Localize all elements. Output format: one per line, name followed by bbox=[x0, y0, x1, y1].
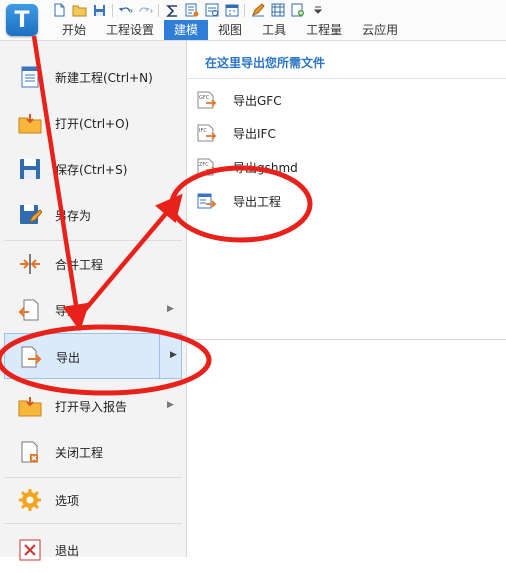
submenu-item-label: 导出GFC bbox=[233, 94, 282, 108]
toolbar-separator bbox=[244, 3, 245, 17]
panel-divider bbox=[187, 78, 506, 79]
submenu-arrow-icon: ▶ bbox=[167, 400, 174, 410]
merge-icon bbox=[18, 253, 42, 275]
submenu-item-label: 导出gshmd bbox=[233, 161, 298, 175]
menu-item-exit[interactable]: 退出 bbox=[4, 527, 182, 573]
menu-item-import[interactable]: 导入 ▶ bbox=[4, 287, 182, 333]
submenu-arrow-icon: ▶ bbox=[167, 304, 174, 314]
tab-view[interactable]: 视图 bbox=[208, 20, 252, 40]
tab-tools[interactable]: 工具 bbox=[252, 20, 296, 40]
edit-icon[interactable] bbox=[250, 3, 265, 18]
menu-item-label: 保存(Ctrl+S) bbox=[55, 163, 128, 177]
file-menu: 新建工程(Ctrl+N) 打开(Ctrl+O) 保存(Ctrl+S) 另存为 合… bbox=[0, 41, 187, 561]
menu-item-label: 打开导入报告 bbox=[55, 400, 128, 414]
submenu-arrow-icon[interactable]: ▶ bbox=[170, 350, 177, 360]
tab-start[interactable]: 开始 bbox=[52, 20, 96, 40]
menu-item-export[interactable]: 导出 ▶ bbox=[4, 333, 182, 379]
menu-item-save[interactable]: 保存(Ctrl+S) bbox=[4, 146, 182, 192]
submenu-split-divider bbox=[159, 334, 160, 378]
close-project-icon bbox=[18, 441, 42, 463]
menu-item-label: 打开(Ctrl+O) bbox=[55, 117, 130, 131]
panel-title: 在这里导出您所需文件 bbox=[205, 56, 326, 70]
ribbon-tabs: 开始 工程设置 建模 视图 工具 工程量 云应用 bbox=[52, 20, 408, 40]
menu-item-label: 导出 bbox=[56, 351, 81, 365]
menu-item-label: 退出 bbox=[55, 544, 80, 558]
save-icon[interactable] bbox=[92, 3, 107, 18]
gshmd-file-icon: ZFC bbox=[197, 158, 217, 176]
save-icon bbox=[18, 158, 42, 180]
quick-access-toolbar bbox=[52, 1, 325, 19]
menu-item-open[interactable]: 打开(Ctrl+O) bbox=[4, 100, 182, 146]
menu-item-close-project[interactable]: 关闭工程 bbox=[4, 429, 182, 475]
export-icon bbox=[19, 346, 43, 368]
menu-item-label: 选项 bbox=[55, 494, 80, 508]
open-folder-icon bbox=[18, 112, 42, 134]
submenu-item-label: 导出IFC bbox=[233, 127, 276, 141]
menu-item-label: 另存为 bbox=[55, 209, 92, 223]
gear-icon bbox=[18, 489, 42, 511]
toolbar-separator bbox=[112, 3, 113, 17]
menu-item-new-project[interactable]: 新建工程(Ctrl+N) bbox=[4, 54, 182, 100]
app-menu-button[interactable]: T bbox=[6, 4, 38, 36]
menu-item-label: 关闭工程 bbox=[55, 446, 104, 460]
file-badge: IFC bbox=[199, 128, 207, 134]
submenu-item-export-project[interactable]: 导出工程 bbox=[197, 188, 397, 214]
menu-item-merge-project[interactable]: 合并工程 bbox=[4, 241, 182, 287]
menu-item-label: 新建工程(Ctrl+N) bbox=[55, 71, 153, 85]
calc-icon[interactable] bbox=[184, 3, 199, 18]
gfc-file-icon: GFC bbox=[197, 91, 217, 109]
submenu-item-export-ifc[interactable]: IFC 导出IFC bbox=[197, 120, 397, 146]
ifc-file-icon: IFC bbox=[197, 124, 217, 142]
toolbar-separator bbox=[158, 3, 159, 17]
export-submenu-panel: 在这里导出您所需文件 GFC 导出GFC IFC 导出IFC ZFC 导出gsh… bbox=[187, 41, 506, 340]
add-icon[interactable] bbox=[290, 3, 305, 18]
customize-icon[interactable] bbox=[310, 3, 325, 18]
export-project-icon bbox=[197, 192, 217, 210]
file-badge: ZFC bbox=[199, 162, 209, 168]
save-as-icon bbox=[18, 204, 43, 226]
tab-modeling[interactable]: 建模 bbox=[164, 20, 209, 40]
submenu-item-label: 导出工程 bbox=[233, 195, 282, 209]
submenu-item-export-gfc[interactable]: GFC 导出GFC bbox=[197, 87, 397, 113]
workspace-area bbox=[187, 340, 506, 557]
menu-item-label: 导入 bbox=[55, 304, 80, 318]
new-icon[interactable] bbox=[52, 3, 67, 18]
file-badge: GFC bbox=[199, 95, 210, 101]
menu-item-open-import-report[interactable]: 打开导入报告 ▶ bbox=[4, 383, 182, 429]
import-icon bbox=[18, 299, 42, 321]
menu-item-options[interactable]: 选项 bbox=[4, 477, 182, 523]
new-project-icon bbox=[18, 66, 42, 88]
menu-item-save-as[interactable]: 另存为 bbox=[4, 192, 182, 238]
exit-icon bbox=[18, 539, 42, 561]
tab-cloud-apps[interactable]: 云应用 bbox=[352, 20, 408, 40]
ribbon: T 开始 工程设置 建模 视图 工具 工程量 云应用 bbox=[0, 0, 506, 41]
calendar-icon[interactable] bbox=[224, 3, 239, 18]
open-icon[interactable] bbox=[72, 3, 87, 18]
submenu-item-export-gshmd[interactable]: ZFC 导出gshmd bbox=[197, 154, 397, 180]
menu-divider bbox=[4, 523, 182, 524]
sum-icon[interactable] bbox=[164, 3, 179, 18]
tab-quantity[interactable]: 工程量 bbox=[296, 20, 352, 40]
redo-icon[interactable] bbox=[138, 3, 153, 18]
import-report-icon bbox=[18, 395, 42, 417]
tab-project-settings[interactable]: 工程设置 bbox=[96, 20, 164, 40]
grid-icon[interactable] bbox=[270, 3, 285, 18]
report-icon[interactable] bbox=[204, 3, 219, 18]
menu-item-label: 合并工程 bbox=[55, 258, 104, 272]
undo-icon[interactable] bbox=[118, 3, 133, 18]
